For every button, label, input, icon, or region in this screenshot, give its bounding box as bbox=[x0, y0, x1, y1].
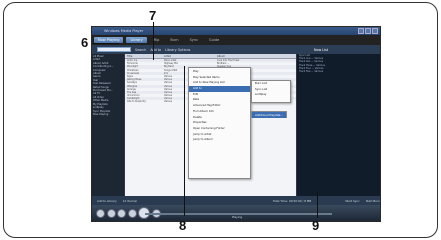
window-controls bbox=[358, 28, 378, 34]
stop-button[interactable] bbox=[117, 208, 126, 218]
column-header-artist[interactable]: Artist bbox=[162, 54, 215, 58]
library-tree: All Music Artist Album Artist Contributing … bbox=[92, 54, 125, 196]
status-bar: Add to Library 12 Item(s) Total Time: 00… bbox=[92, 196, 380, 205]
minimize-button[interactable] bbox=[358, 28, 364, 34]
window-title: Windows Media Player bbox=[104, 29, 144, 33]
start-burn-button[interactable]: Start Burn bbox=[366, 199, 380, 203]
callout-6: 6 bbox=[81, 35, 89, 50]
add-to-library-link[interactable]: Add to Library bbox=[97, 199, 117, 203]
tree-item[interactable]: Now Playing bbox=[93, 113, 123, 116]
total-time: Total Time: 00:50:00 / 8 MB bbox=[272, 198, 312, 203]
column-header-title[interactable]: Title bbox=[125, 54, 162, 58]
callout-8-line bbox=[184, 66, 185, 216]
table-cell: Ode to Simplicity bbox=[127, 100, 146, 104]
now-list-title: Now List bbox=[314, 47, 328, 52]
search-button[interactable]: Search bbox=[135, 48, 146, 52]
submenu-item[interactable]: sodtplay bbox=[252, 92, 290, 98]
start-sync-button[interactable]: Start Sync bbox=[345, 199, 359, 203]
callout-6-line bbox=[93, 43, 119, 44]
tab-sync[interactable]: Sync bbox=[186, 37, 202, 43]
now-list-item[interactable]: Track five — Various bbox=[297, 70, 380, 73]
column-header-album[interactable]: Album bbox=[215, 54, 285, 58]
tab-library[interactable]: Library bbox=[126, 37, 147, 43]
playback-status: Playing bbox=[232, 215, 243, 219]
callout-9-line bbox=[317, 191, 318, 218]
callout-8: 8 bbox=[179, 218, 187, 233]
add-to-button[interactable]: Add to bbox=[150, 48, 161, 52]
callout-9: 9 bbox=[312, 218, 320, 233]
tab-burn[interactable]: Burn bbox=[166, 37, 182, 43]
search-input[interactable] bbox=[97, 47, 131, 52]
previous-button[interactable] bbox=[127, 208, 137, 218]
callout-7: 7 bbox=[149, 8, 157, 23]
close-button[interactable] bbox=[372, 28, 378, 34]
tab-guide[interactable]: Guide bbox=[205, 37, 223, 43]
media-player-window: Windows Media Player Now Playing Library… bbox=[91, 26, 381, 222]
track-grid: Title Artist Album Arctic Ice Piano artis… bbox=[125, 54, 296, 196]
additional-playlists-item[interactable]: Additional Playlists... bbox=[252, 112, 286, 118]
item-count: 12 Item(s) bbox=[122, 198, 138, 203]
library-toolbar: Search Add to Library Options Now List bbox=[92, 45, 380, 54]
shuffle-button[interactable] bbox=[96, 208, 105, 218]
add-to-submenu: Burn List Sync List sodtplay bbox=[251, 80, 291, 103]
window-titlebar: Windows Media Player bbox=[92, 27, 380, 35]
context-menu-item[interactable]: Jump to Album bbox=[189, 137, 250, 143]
additional-playlists-submenu: Additional Playlists... bbox=[251, 111, 287, 118]
repeat-button[interactable] bbox=[106, 208, 116, 218]
context-menu: Play Play Selected Items Add to Now Playin… bbox=[188, 67, 251, 179]
now-playing-list: Sync List Track one — Various Track two — … bbox=[296, 54, 380, 196]
maximize-button[interactable] bbox=[365, 28, 371, 34]
tab-rip[interactable]: Rip bbox=[150, 37, 164, 43]
playback-controls: Playing bbox=[92, 205, 380, 221]
tab-bar: Now Playing Library Rip Burn Sync Guide bbox=[92, 35, 380, 45]
library-options-button[interactable]: Library Options bbox=[165, 48, 190, 52]
main-content: All Music Artist Album Artist Contributing … bbox=[92, 54, 380, 196]
callout-7-line bbox=[153, 22, 154, 60]
